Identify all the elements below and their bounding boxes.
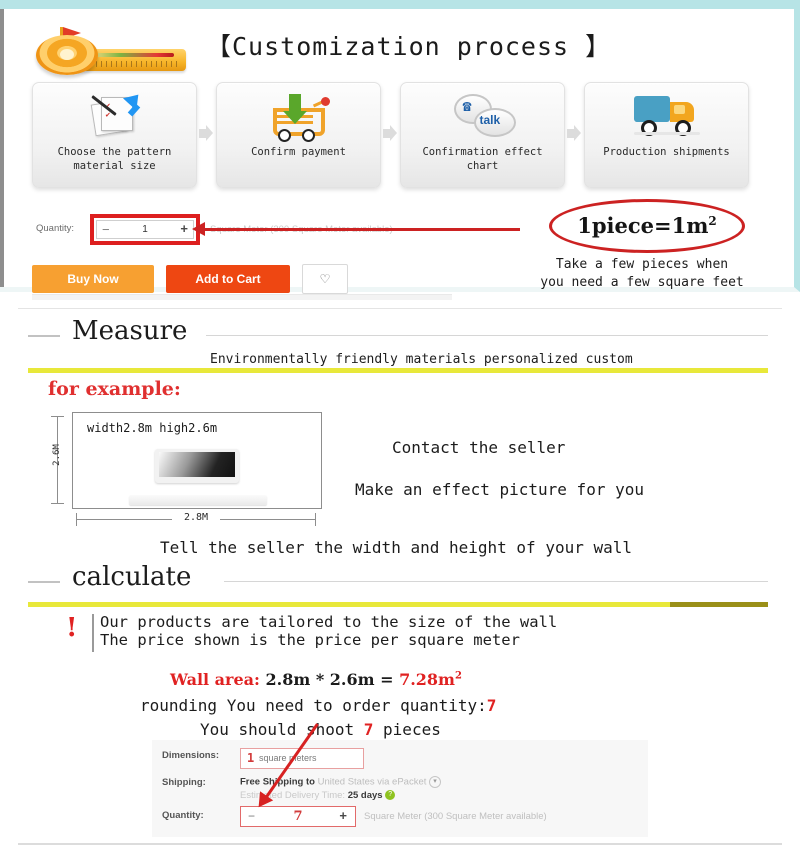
wall-area-formula: Wall area: 2.8m * 2.6m = 7.28m2 — [170, 670, 462, 689]
dimensions-label: Dimensions: — [162, 750, 220, 761]
order-form-screenshot: Dimensions: 1 square meters Shipping: Fr… — [152, 740, 648, 837]
delivery-days: 25 days — [347, 790, 383, 801]
exclamation-icon: ! — [66, 613, 78, 643]
favorite-button[interactable]: ♡ — [302, 264, 348, 294]
dimensions-field[interactable]: 1 square meters — [240, 748, 364, 769]
shopping-cart-download-icon — [217, 90, 380, 142]
top-panel-inner: 【Customization process 】 ✔ ✔ Choose the p… — [8, 9, 794, 300]
chevron-right-icon — [381, 83, 400, 187]
wall-height-label: 2.6M — [52, 444, 62, 466]
document-checklist-icon: ✔ ✔ — [33, 88, 196, 142]
wall-area-result: 7.28m — [399, 670, 455, 689]
shipping-value: Free Shipping to United States via ePack… — [240, 776, 442, 788]
header-dash — [28, 581, 60, 583]
step-label: Confirm payment — [251, 146, 346, 158]
measure-yellow-bar — [28, 368, 768, 373]
step-production-shipments[interactable]: Production shipments — [584, 82, 749, 188]
page-title: 【Customization process 】 — [200, 25, 618, 65]
calculate-heading: calculate — [72, 562, 192, 592]
effect-picture-text: Make an effect picture for you — [355, 480, 644, 499]
step-label: Production shipments — [603, 146, 730, 158]
note-divider — [92, 614, 94, 652]
question-mark-icon[interactable]: ? — [385, 790, 396, 801]
panel-header: 【Customization process 】 — [30, 19, 770, 79]
wall-height-dimension: 2.6M — [50, 412, 64, 507]
callout-superscript: 2 — [708, 214, 717, 228]
chevron-right-icon — [197, 83, 216, 187]
shipping-label: Shipping: — [162, 777, 206, 788]
header-dash — [28, 335, 60, 337]
chevron-right-icon — [565, 83, 584, 187]
chat-bubbles-talk-icon: ☎ talk — [401, 90, 564, 142]
measuring-tape-icon — [30, 27, 190, 77]
shoot-prefix: You should shoot — [200, 720, 364, 739]
process-steps: ✔ ✔ Choose the pattern material size Confi… — [32, 81, 780, 189]
wall-dimension-label: width2.8m high2.6m — [87, 421, 218, 435]
tailored-note-line1: Our products are tailored to the size of… — [100, 613, 558, 631]
form-quantity-increment-button[interactable]: + — [339, 808, 347, 823]
step-confirm-payment[interactable]: Confirm payment — [216, 82, 381, 188]
step-label: Confirmation effect chart — [422, 146, 543, 172]
bottom-divider — [18, 843, 782, 845]
wall-area-result-sup: 2 — [454, 670, 462, 682]
shoot-line: You should shoot 7 pieces — [200, 720, 441, 739]
wall-diagram: width2.8m high2.6m — [72, 412, 322, 509]
measure-heading: Measure — [72, 316, 188, 346]
callout-text: 1piece=1m — [577, 213, 709, 238]
wall-area-label: Wall area: — [170, 670, 260, 689]
tell-seller-text: Tell the seller the width and height of … — [160, 538, 633, 557]
instructions-panel: Measure Environmentally friendly materia… — [0, 300, 800, 850]
for-example-label: for example: — [48, 378, 181, 400]
shipping-destination: United States via ePacket — [317, 776, 427, 788]
quantity-label: Quantity: — [36, 223, 75, 234]
piece-equals-callout: 1piece=1m2 — [549, 199, 745, 253]
quantity-stepper[interactable]: − 1 + — [90, 214, 200, 245]
step-choose-pattern[interactable]: ✔ ✔ Choose the pattern material size — [32, 82, 197, 188]
quantity-increment-button[interactable]: + — [180, 221, 188, 236]
rounding-line: rounding You need to order quantity:7 — [140, 696, 496, 715]
step-label: Choose the pattern material size — [57, 146, 172, 172]
form-quantity-input[interactable]: 7 — [241, 809, 355, 824]
customization-process-panel: 【Customization process 】 ✔ ✔ Choose the p… — [0, 0, 800, 300]
rounding-value: 7 — [486, 696, 497, 715]
measure-subtitle: Environmentally friendly materials perso… — [210, 352, 633, 367]
calculate-yellow-bar — [28, 602, 768, 607]
chevron-down-icon[interactable]: ▾ — [429, 776, 442, 788]
dimensions-value: 1 — [247, 751, 255, 765]
form-quantity-stepper[interactable]: − 7 + — [240, 806, 356, 827]
callout-note: Take a few pieces when you need a few squ… — [540, 257, 744, 290]
tv-stand-icon — [129, 495, 267, 505]
wall-area-expression: 2.8m * 2.6m = — [259, 670, 400, 689]
header-rule — [206, 335, 768, 336]
delivery-truck-icon — [585, 90, 748, 142]
step-confirmation-effect-chart[interactable]: ☎ talk Confirmation effect chart — [400, 82, 565, 188]
measure-section-header: Measure — [28, 316, 768, 352]
heart-icon: ♡ — [320, 270, 330, 288]
calculate-section-header: calculate — [28, 562, 768, 598]
add-to-cart-button[interactable]: Add to Cart — [166, 265, 290, 293]
television-icon — [155, 449, 239, 483]
form-quantity-label: Quantity: — [162, 810, 204, 821]
tailored-note-line2: The price shown is the price per square … — [100, 631, 520, 649]
wall-width-label: 2.8M — [172, 512, 220, 523]
buy-now-button[interactable]: Buy Now — [32, 265, 154, 293]
shoot-value: 7 — [363, 720, 374, 739]
contact-seller-text: Contact the seller — [392, 438, 566, 457]
shoot-suffix: pieces — [373, 720, 441, 739]
rounding-prefix: rounding You need to order quantity: — [140, 696, 487, 715]
wall-width-dimension: 2.8M — [72, 512, 320, 526]
annotation-arrow-left — [192, 222, 520, 236]
action-buttons: Buy Now Add to Cart ♡ — [32, 264, 348, 294]
header-rule — [224, 581, 768, 582]
form-quantity-availability: Square Meter (300 Square Meter available… — [364, 811, 547, 822]
